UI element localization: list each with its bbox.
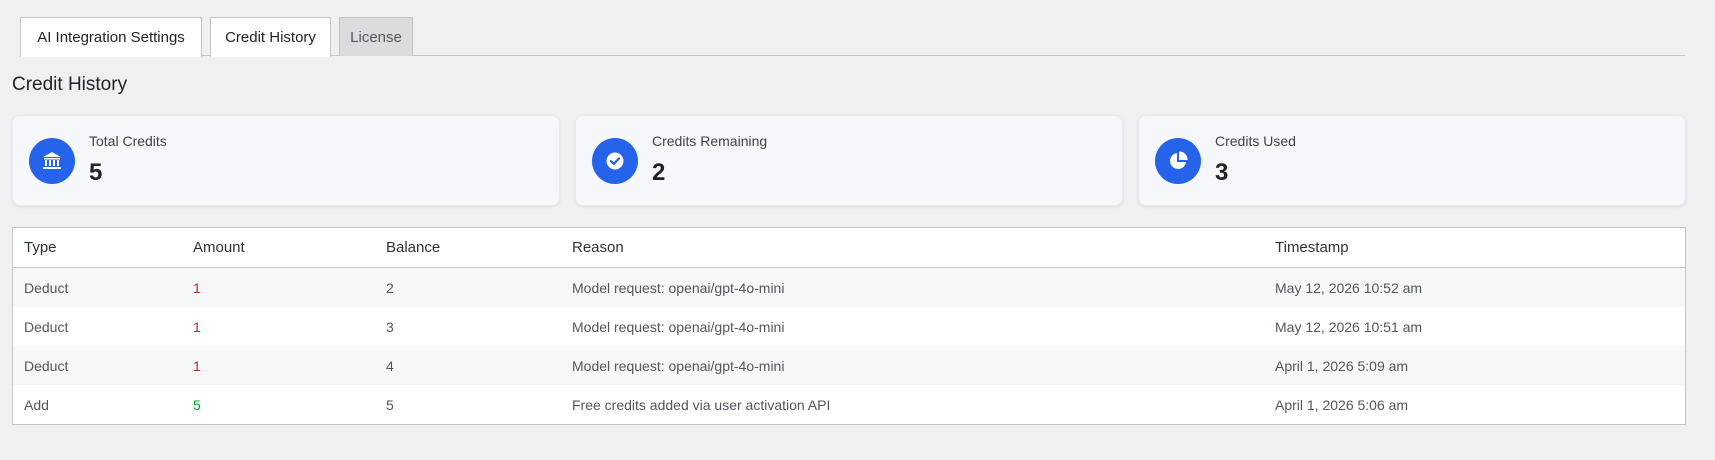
settings-tabs: AI Integration Settings Credit History L… [20,17,1685,57]
tab-credit-history[interactable]: Credit History [210,17,331,57]
credits-remaining-value: 2 [652,159,666,186]
total-credits-label: Total Credits [89,133,167,149]
credit-history-page: AI Integration Settings Credit History L… [0,0,1715,460]
pie-chart-icon [1155,138,1201,184]
cell-amount: 1 [182,267,375,307]
cell-type: Deduct [13,307,182,346]
cell-balance: 3 [375,307,561,346]
page-title: Credit History [12,74,128,95]
cell-balance: 2 [375,267,561,307]
total-credits-card: Total Credits 5 [12,115,560,206]
credit-history-table: Type Amount Balance Reason Timestamp Ded… [12,227,1686,425]
table-row: Deduct 1 4 Model request: openai/gpt-4o-… [13,346,1685,385]
total-credits-value: 5 [89,159,103,186]
cell-amount: 1 [182,346,375,385]
tab-license[interactable]: License [339,17,413,56]
column-header-timestamp: Timestamp [1264,228,1685,268]
cell-timestamp: May 12, 2026 10:52 am [1264,267,1685,307]
cell-timestamp: April 1, 2026 5:06 am [1264,385,1685,424]
cell-balance: 5 [375,385,561,424]
table-header-row: Type Amount Balance Reason Timestamp [13,228,1685,268]
credits-used-value: 3 [1215,159,1229,186]
column-header-balance: Balance [375,228,561,268]
cell-reason: Model request: openai/gpt-4o-mini [561,307,1264,346]
cell-reason: Free credits added via user activation A… [561,385,1264,424]
table-row: Deduct 1 2 Model request: openai/gpt-4o-… [13,267,1685,307]
cell-type: Add [13,385,182,424]
cell-amount: 5 [182,385,375,424]
cell-amount: 1 [182,307,375,346]
table-row: Add 5 5 Free credits added via user acti… [13,385,1685,424]
cell-reason: Model request: openai/gpt-4o-mini [561,267,1264,307]
column-header-reason: Reason [561,228,1264,268]
credits-used-label: Credits Used [1215,133,1296,149]
tab-ai-integration-settings[interactable]: AI Integration Settings [20,17,202,57]
cell-timestamp: May 12, 2026 10:51 am [1264,307,1685,346]
column-header-type: Type [13,228,182,268]
cell-type: Deduct [13,346,182,385]
stats-cards: Total Credits 5 Credits Remaining 2 Cred… [12,115,1686,206]
cell-timestamp: April 1, 2026 5:09 am [1264,346,1685,385]
credits-remaining-card: Credits Remaining 2 [575,115,1123,206]
table-row: Deduct 1 3 Model request: openai/gpt-4o-… [13,307,1685,346]
cell-reason: Model request: openai/gpt-4o-mini [561,346,1264,385]
credits-used-card: Credits Used 3 [1138,115,1686,206]
column-header-amount: Amount [182,228,375,268]
cell-balance: 4 [375,346,561,385]
bank-icon [29,138,75,184]
cell-type: Deduct [13,267,182,307]
check-circle-icon [592,138,638,184]
credits-remaining-label: Credits Remaining [652,133,768,149]
